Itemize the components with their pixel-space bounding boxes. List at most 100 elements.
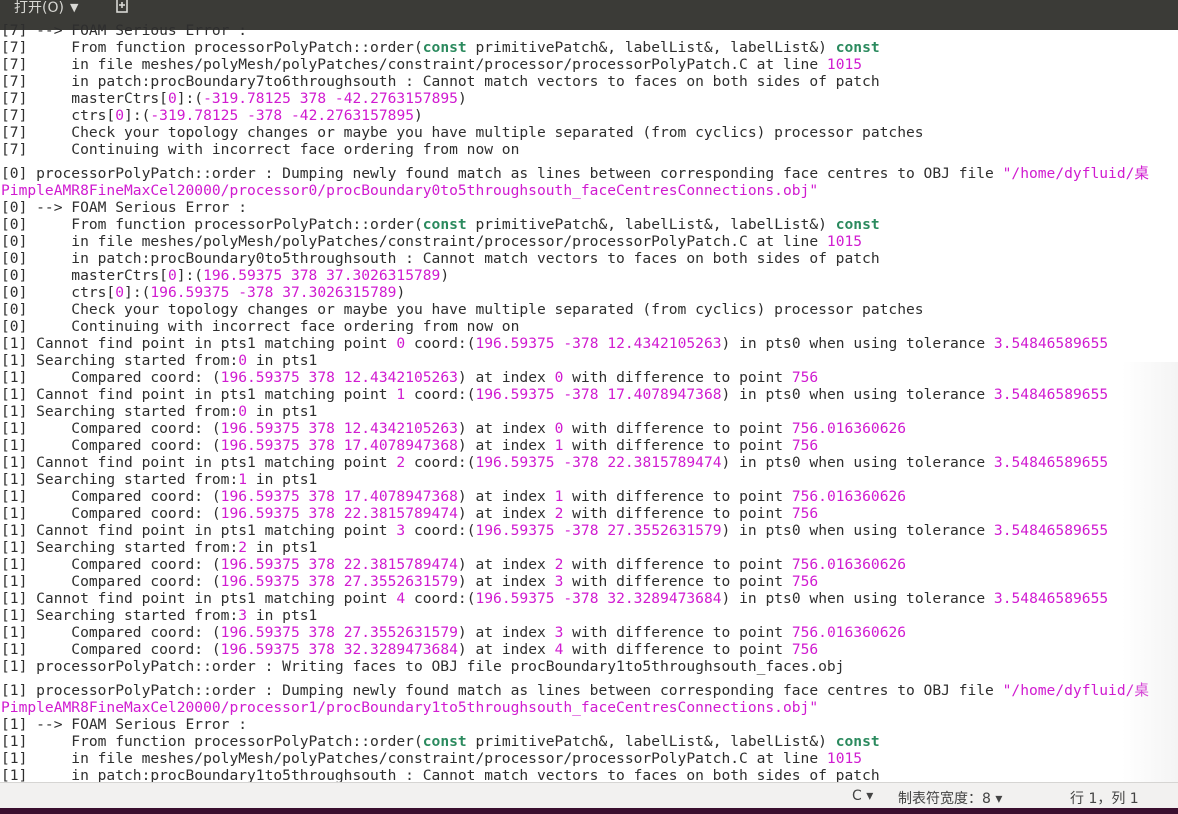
log-number: 3.54846589655 <box>993 454 1109 471</box>
log-text: [1] Compared coord: ( <box>1 437 221 454</box>
log-text: [0] in patch:procBoundary0to5throughsout… <box>1 250 880 267</box>
log-line: [7] in patch:procBoundary7to6throughsout… <box>0 73 1178 90</box>
log-line: [7] ctrs[0]:(-319.78125 -378 -42.2763157… <box>0 107 1178 124</box>
log-text: [1] Searching started from: <box>1 403 239 420</box>
log-number: 0 <box>396 335 406 352</box>
log-text: [1] Cannot find point in pts1 matching p… <box>1 454 397 471</box>
log-number: -378 <box>238 284 274 301</box>
log-line: [0] processorPolyPatch::order : Dumping … <box>0 165 1178 182</box>
log-number: 378 <box>308 488 335 505</box>
cursor-position: 行 1，列 1 <box>1070 791 1139 807</box>
log-line: [1] Compared coord: (196.59375 378 12.43… <box>0 369 1178 386</box>
log-number: 378 <box>308 641 335 658</box>
log-text: coord:( <box>405 454 476 471</box>
log-number: 196.59375 <box>220 437 300 454</box>
log-line: [1] Compared coord: (196.59375 378 27.35… <box>0 573 1178 590</box>
log-text: [1] Compared coord: ( <box>1 624 221 641</box>
log-string: PimpleAMR8FineMaxCel20000/processor1/pro… <box>1 699 819 716</box>
log-keyword: const <box>422 216 467 233</box>
log-text: ) <box>440 267 450 284</box>
log-line: [1] in file meshes/polyMesh/polyPatches/… <box>0 750 1178 767</box>
log-text: in pts1 <box>247 403 318 420</box>
new-document-icon[interactable] <box>112 0 134 17</box>
log-number: 12.4342105263 <box>343 369 458 386</box>
log-text: [7] Continuing with incorrect face order… <box>1 141 520 158</box>
log-number: 196.59375 <box>220 420 300 437</box>
log-line: [0] --> FOAM Serious Error : <box>0 199 1178 216</box>
log-number: 756.016360626 <box>791 420 907 437</box>
log-text: with difference to point <box>563 641 792 658</box>
log-text: [0] masterCtrs[ <box>1 267 168 284</box>
log-number: 378 <box>308 369 335 386</box>
log-line: [1] Compared coord: (196.59375 378 32.32… <box>0 641 1178 658</box>
log-number: 4 <box>396 590 406 607</box>
log-number: 0 <box>238 403 248 420</box>
log-line: [1] Compared coord: (196.59375 378 22.38… <box>0 556 1178 573</box>
log-text: [0] ctrs[ <box>1 284 116 301</box>
log-text: coord:( <box>405 590 476 607</box>
log-line: [1] Searching started from:2 in pts1 <box>0 539 1178 556</box>
log-line: [1] From function processorPolyPatch::or… <box>0 733 1178 750</box>
log-string: PimpleAMR8FineMaxCel20000/processor0/pro… <box>1 182 819 199</box>
log-number: 196.59375 <box>475 386 555 403</box>
log-number: 22.3815789474 <box>343 556 458 573</box>
log-line: [0] masterCtrs[0]:(196.59375 378 37.3026… <box>0 267 1178 284</box>
log-line: [1] Compared coord: (196.59375 378 27.35… <box>0 624 1178 641</box>
log-text: primitivePatch&, labelList&, labelList&) <box>466 39 836 56</box>
log-number: 378 <box>308 624 335 641</box>
log-line: [1] Compared coord: (196.59375 378 12.43… <box>0 420 1178 437</box>
log-text: [0] From function processorPolyPatch::or… <box>1 216 423 233</box>
log-number: 378 <box>308 556 335 573</box>
language-selector[interactable]: C ▾ <box>852 788 873 804</box>
log-text: with difference to point <box>563 624 792 641</box>
log-number: 12.4342105263 <box>607 335 722 352</box>
log-line: [7] in file meshes/polyMesh/polyPatches/… <box>0 56 1178 73</box>
log-number: -378 <box>563 335 599 352</box>
log-number: 12.4342105263 <box>343 420 458 437</box>
log-number: 196.59375 <box>475 522 555 539</box>
log-text: ]:( <box>124 284 151 301</box>
log-number: -319.78125 <box>203 90 291 107</box>
log-text: [1] Compared coord: ( <box>1 505 221 522</box>
log-line: [1] Searching started from:3 in pts1 <box>0 607 1178 624</box>
log-text: [7] ctrs[ <box>1 107 116 124</box>
log-text: ) at index <box>457 556 555 573</box>
log-text: [1] --> FOAM Serious Error : <box>1 716 248 733</box>
open-label: 打开(O) <box>14 0 64 16</box>
log-text: with difference to point <box>563 573 792 590</box>
log-number: 196.59375 <box>220 488 300 505</box>
log-number: -378 <box>563 386 599 403</box>
log-number: 196.59375 <box>220 505 300 522</box>
open-button[interactable]: 打开(O) ▼ <box>14 0 78 17</box>
log-line: [7] --> FOAM Serious Error : <box>0 22 1178 39</box>
log-number: 37.3026315789 <box>282 284 397 301</box>
log-text: coord:( <box>405 335 476 352</box>
log-number: 196.59375 <box>220 573 300 590</box>
log-line: [1] Searching started from:0 in pts1 <box>0 352 1178 369</box>
log-number: 756.016360626 <box>791 556 907 573</box>
log-number: 196.59375 <box>475 335 555 352</box>
log-number: 17.4078947368 <box>343 488 458 505</box>
log-text: [1] Cannot find point in pts1 matching p… <box>1 522 397 539</box>
log-text: [1] Compared coord: ( <box>1 488 221 505</box>
log-number: 756 <box>791 505 819 522</box>
log-text: ) in pts0 when using tolerance <box>721 522 994 539</box>
log-text: [1] From function processorPolyPatch::or… <box>1 733 423 750</box>
log-text: [7] Check your topology changes or maybe… <box>1 124 924 141</box>
log-number: 0 <box>238 352 248 369</box>
log-text: ) in pts0 when using tolerance <box>721 454 994 471</box>
log-number: 3 <box>396 522 406 539</box>
text-editor-view[interactable]: [7] --> FOAM Serious Error : [7] From fun… <box>0 22 1178 782</box>
log-text: ) at index <box>457 505 555 522</box>
tab-width-selector[interactable]: 制表符宽度：8 ▾ <box>898 788 1002 808</box>
